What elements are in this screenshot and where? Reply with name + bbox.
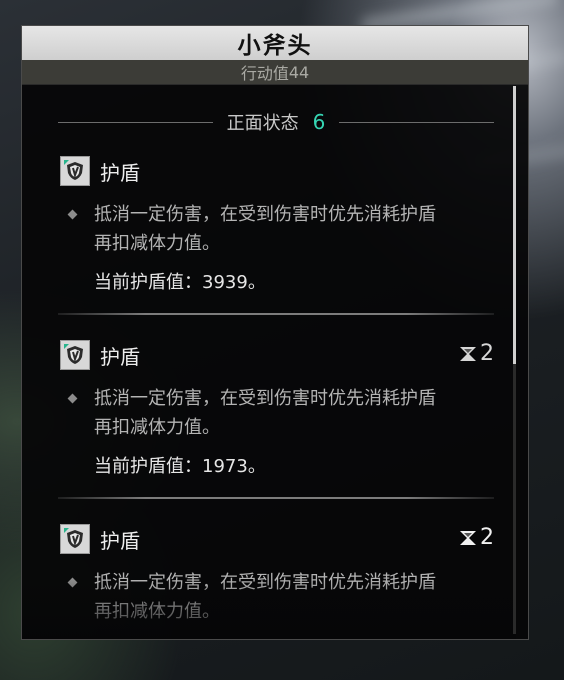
shield-value: 1973 — [202, 456, 248, 477]
hourglass-icon — [460, 346, 476, 361]
status-panel: 小斧头 行动值 44 正面状态 6 护盾 抵消一定伤害，在受到伤害时优先消耗护盾… — [22, 26, 528, 639]
buff-name: 护盾 — [100, 345, 140, 369]
divider-line-right — [339, 121, 495, 123]
bullet-diamond-icon — [67, 209, 78, 220]
shield-value-end: 。 — [247, 456, 266, 477]
unit-name: 小斧头 — [237, 33, 313, 59]
buff-duration: 2 — [458, 525, 494, 550]
desc-line: 再扣减体力值。 — [94, 601, 220, 622]
subtitle-bar: 行动值 44 — [22, 60, 528, 85]
shield-icon — [60, 524, 90, 554]
desc-line: 抵消一定伤害，在受到伤害时优先消耗护盾 — [94, 572, 436, 593]
bullet-diamond-icon — [67, 393, 78, 404]
section-count: 6 — [312, 110, 326, 134]
section-header-positive: 正面状态 6 — [58, 107, 495, 137]
status-list[interactable]: 正面状态 6 护盾 抵消一定伤害，在受到伤害时优先消耗护盾 再扣减体力值。 当前… — [22, 85, 516, 639]
entry-divider — [58, 313, 494, 315]
shield-value-label: 当前护盾值： — [94, 272, 202, 293]
desc-line: 抵消一定伤害，在受到伤害时优先消耗护盾 — [94, 204, 436, 225]
buff-description: 抵消一定伤害，在受到伤害时优先消耗护盾 再扣减体力值。 — [94, 568, 436, 626]
action-value: 44 — [288, 62, 310, 82]
section-label: 正面状态 — [226, 113, 299, 134]
bullet-diamond-icon — [67, 577, 78, 588]
hourglass-icon — [460, 530, 476, 545]
action-value-label: 行动值 — [240, 64, 289, 83]
entry-divider — [58, 497, 494, 499]
shield-value-label: 当前护盾值： — [94, 456, 202, 477]
buff-duration: 2 — [458, 341, 494, 366]
buff-name: 护盾 — [100, 529, 140, 553]
scrollbar[interactable] — [513, 86, 516, 634]
desc-line: 再扣减体力值。 — [94, 233, 220, 254]
title-bar: 小斧头 — [22, 26, 528, 60]
shield-value-end: 。 — [247, 272, 266, 293]
duration-count: 2 — [480, 341, 494, 366]
buff-description: 抵消一定伤害，在受到伤害时优先消耗护盾 再扣减体力值。 — [94, 200, 436, 258]
shield-value-line: 当前护盾值：3939。 — [94, 268, 266, 294]
shield-icon — [60, 340, 90, 370]
duration-count: 2 — [480, 525, 494, 550]
buff-description: 抵消一定伤害，在受到伤害时优先消耗护盾 再扣减体力值。 — [94, 384, 436, 442]
shield-value-line: 当前护盾值：1973。 — [94, 452, 266, 478]
shield-icon — [60, 156, 90, 186]
desc-line: 再扣减体力值。 — [94, 417, 220, 438]
shield-value: 3939 — [202, 272, 248, 293]
scrollbar-thumb[interactable] — [513, 86, 516, 364]
divider-line-left — [58, 121, 213, 123]
buff-name: 护盾 — [100, 161, 140, 185]
desc-line: 抵消一定伤害，在受到伤害时优先消耗护盾 — [94, 388, 436, 409]
